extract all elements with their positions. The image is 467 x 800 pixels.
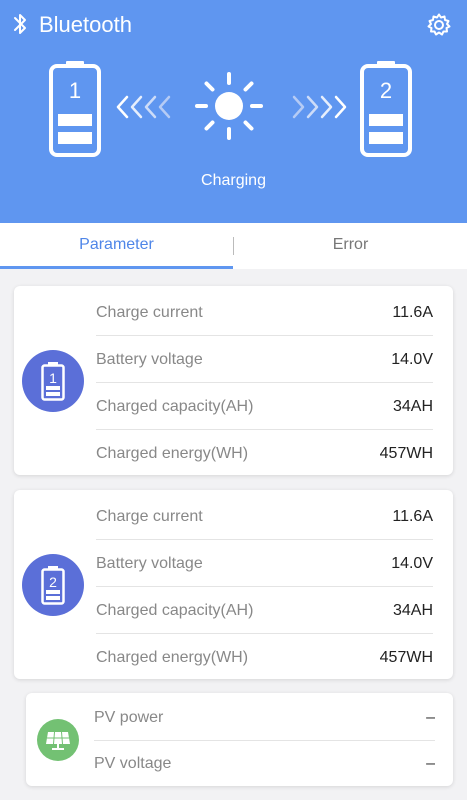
battery-icon: 1: [41, 362, 65, 401]
list-item: Battery voltage 14.0V: [96, 336, 433, 383]
list-item: Battery voltage 14.0V: [96, 540, 433, 587]
battery-1-badge: 1: [22, 350, 84, 412]
battery-1-badge-number: 1: [49, 370, 57, 386]
tab-error[interactable]: Error: [234, 223, 467, 269]
tab-parameter[interactable]: Parameter: [0, 223, 233, 269]
list-item: Charge current 11.6A: [96, 493, 433, 540]
pv-card: PV power – PV voltage –: [26, 693, 453, 786]
battery-2-icon: [360, 61, 412, 157]
charging-status: Charging: [201, 172, 266, 189]
battery-1-icon: [49, 61, 101, 157]
bluetooth-icon[interactable]: [12, 12, 28, 36]
list-item: Charged capacity(AH) 34AH: [96, 587, 433, 634]
list-item: PV power –: [94, 695, 435, 741]
list-item: Charged energy(WH) 457WH: [96, 649, 433, 666]
battery-icon: 2: [41, 566, 65, 605]
list-item: PV voltage –: [94, 755, 435, 772]
page-title: Bluetooth: [39, 12, 132, 37]
top-bar: Bluetooth: [0, 0, 467, 50]
battery-2-badge-number: 2: [49, 574, 57, 590]
battery-2-card: 2 Charge current 11.6A Battery voltage 1…: [14, 490, 453, 679]
active-tab-indicator: [0, 266, 233, 269]
header-panel: Bluetooth 1 2 Charging: [0, 0, 467, 223]
pv-badge: [37, 719, 79, 761]
list-item: Charge current 11.6A: [96, 289, 433, 336]
gear-icon[interactable]: [426, 12, 452, 38]
list-item: Charged energy(WH) 457WH: [96, 445, 433, 462]
charge-arrows-left-icon: [116, 95, 171, 119]
solar-panel-icon: [46, 731, 70, 750]
battery-2-badge: 2: [22, 554, 84, 616]
list-item: Charged capacity(AH) 34AH: [96, 383, 433, 430]
sun-icon: [195, 72, 263, 140]
battery-1-card: 1 Charge current 11.6A Battery voltage 1…: [14, 286, 453, 475]
battery-1-label: 1: [68, 78, 82, 103]
tab-bar: Parameter Error: [0, 223, 467, 269]
battery-2-label: 2: [379, 78, 393, 103]
charge-arrows-right-icon: [292, 95, 347, 119]
